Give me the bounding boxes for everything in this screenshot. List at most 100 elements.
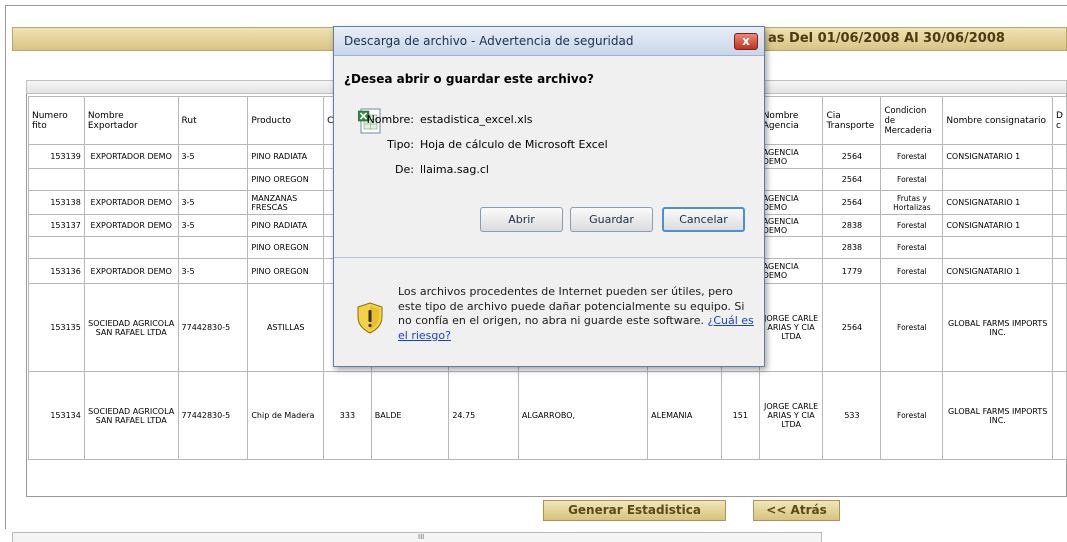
dialog-title-bar[interactable]: Descarga de archivo - Advertencia de seg… <box>334 27 764 56</box>
cell-d <box>1051 168 1067 191</box>
file-type-row: Tipo: Hoja de cálculo de Microsoft Excel <box>354 138 608 151</box>
dialog-question: ¿Desea abrir o guardar este archivo? <box>344 72 594 86</box>
cell-rut: 3-5 <box>177 258 249 284</box>
cell-consignatario: CONSIGNATARIO 1 <box>942 258 1053 284</box>
cell-condicion: Forestal <box>880 144 944 169</box>
dialog-separator <box>334 257 764 258</box>
cell-agencia <box>758 168 824 191</box>
security-warning-text: Los archivos procedentes de Internet pue… <box>398 285 758 343</box>
cell-c8: ALGARROBO, <box>517 371 649 460</box>
scrollbar-grip[interactable]: III <box>418 533 424 541</box>
cell-condicion: Forestal <box>880 214 944 237</box>
cell-condicion: Forestal <box>880 371 944 460</box>
cell-producto: PINO OREGON <box>247 236 325 259</box>
col-header-condicion: Condicion de Mercaderia <box>880 96 944 145</box>
cell-fito: 153135 <box>28 283 85 372</box>
col-header-exportador: Nombre Exportador <box>83 96 179 145</box>
cell-d <box>1051 258 1067 284</box>
shield-warning-icon <box>357 302 383 334</box>
cell-consignatario: CONSIGNATARIO 1 <box>942 214 1053 237</box>
cell-cia: 533 <box>822 371 882 460</box>
file-name-label: Nombre: <box>366 113 414 126</box>
generar-estadistica-button[interactable]: Generar Estadistica <box>543 500 726 521</box>
cell-fito: 153134 <box>28 371 85 460</box>
cell-condicion: Forestal <box>880 168 944 191</box>
file-source-value: llaima.sag.cl <box>420 163 489 176</box>
cell-cia: 2838 <box>822 236 882 259</box>
cell-rut: 77442830-5 <box>177 283 249 372</box>
cell-fito: 153136 <box>28 258 85 284</box>
cell-condicion: Frutas y Hortalizas <box>880 190 944 215</box>
cell-d <box>1051 144 1067 169</box>
col-header-producto: Producto <box>247 96 325 145</box>
cell-agencia <box>758 236 824 259</box>
cell-d <box>1051 214 1067 237</box>
cell-cia: 2564 <box>822 144 882 169</box>
horizontal-scrollbar[interactable]: III <box>12 532 822 542</box>
cell-exportador: SOCIEDAD AGRICOLA SAN RAFAEL LTDA <box>83 283 179 372</box>
col-header-agencia: Nombre Agencia <box>758 96 824 145</box>
cell-cia: 1779 <box>822 258 882 284</box>
col-header-consignatario: Nombre consignatario <box>942 96 1053 145</box>
cell-consignatario: GLOBAL FARMS IMPORTS INC. <box>942 283 1053 372</box>
cell-consignatario <box>942 168 1053 191</box>
file-type-label: Tipo: <box>387 138 414 151</box>
cell-rut <box>177 236 249 259</box>
file-source-label: De: <box>395 163 414 176</box>
abrir-button[interactable]: Abrir <box>480 207 563 232</box>
cell-rut: 3-5 <box>177 144 249 169</box>
col-header-numero-fito: Numero fito <box>28 96 85 145</box>
cell-producto: PINO OREGON <box>247 258 325 284</box>
cell-c10: 151 <box>720 371 760 460</box>
cell-consignatario: CONSIGNATARIO 1 <box>942 144 1053 169</box>
cell-agencia: AGENCIA DEMO <box>758 214 824 237</box>
dialog-title: Descarga de archivo - Advertencia de seg… <box>344 34 634 48</box>
cell-cia: 2564 <box>822 283 882 372</box>
cell-exportador: EXPORTADOR DEMO <box>83 190 179 215</box>
cell-fito <box>28 236 85 259</box>
cell-consignatario <box>942 236 1053 259</box>
report-title: as Del 01/06/2008 Al 30/06/2008 <box>768 31 1005 46</box>
table-row: 153134 SOCIEDAD AGRICOLA SAN RAFAEL LTDA… <box>28 371 1067 460</box>
cell-d <box>1051 371 1067 460</box>
cell-cia: 2838 <box>822 214 882 237</box>
close-icon: x <box>742 34 750 48</box>
file-download-dialog: Descarga de archivo - Advertencia de seg… <box>333 26 765 367</box>
warning-message: Los archivos procedentes de Internet pue… <box>398 285 745 327</box>
cell-c6: BALDE <box>370 371 450 460</box>
cell-consignatario: CONSIGNATARIO 1 <box>942 190 1053 215</box>
cell-producto: MANZANAS FRESCAS <box>247 190 325 215</box>
cell-d <box>1051 236 1067 259</box>
cell-agencia: AGENCIA DEMO <box>758 144 824 169</box>
cancelar-button[interactable]: Cancelar <box>662 207 745 232</box>
cell-producto: PINO OREGON <box>247 168 325 191</box>
close-button[interactable]: x <box>734 33 758 50</box>
cell-fito: 153139 <box>28 144 85 169</box>
cell-cia: 2564 <box>822 190 882 215</box>
cell-d <box>1051 190 1067 215</box>
cell-exportador: SOCIEDAD AGRICOLA SAN RAFAEL LTDA <box>83 371 179 460</box>
cell-exportador: EXPORTADOR DEMO <box>83 214 179 237</box>
cell-producto: ASTILLAS <box>247 283 325 372</box>
atras-button[interactable]: << Atrás <box>753 500 840 521</box>
cell-condicion: Forestal <box>880 258 944 284</box>
cell-rut: 77442830-5 <box>177 371 249 460</box>
cell-agencia: AGENCIA DEMO <box>758 258 824 284</box>
file-name-value: estadistica_excel.xls <box>420 113 533 126</box>
cell-exportador: EXPORTADOR DEMO <box>83 144 179 169</box>
cell-c9: ALEMANIA <box>647 371 722 460</box>
file-source-row: De: llaima.sag.cl <box>354 163 489 176</box>
cell-producto: Chip de Madera <box>247 371 325 460</box>
col-header-d: D c <box>1051 96 1067 145</box>
cell-agencia: JORGE CARLE ARIAS Y CIA LTDA <box>758 371 824 460</box>
cell-exportador <box>83 236 179 259</box>
cell-exportador: EXPORTADOR DEMO <box>83 258 179 284</box>
cell-condicion: Forestal <box>880 283 944 372</box>
cell-fito: 153138 <box>28 190 85 215</box>
cell-rut: 3-5 <box>177 214 249 237</box>
cell-agencia: AGENCIA DEMO <box>758 190 824 215</box>
guardar-button[interactable]: Guardar <box>570 207 653 232</box>
cell-d <box>1051 283 1067 372</box>
col-header-rut: Rut <box>177 96 249 145</box>
cell-cia: 2564 <box>822 168 882 191</box>
